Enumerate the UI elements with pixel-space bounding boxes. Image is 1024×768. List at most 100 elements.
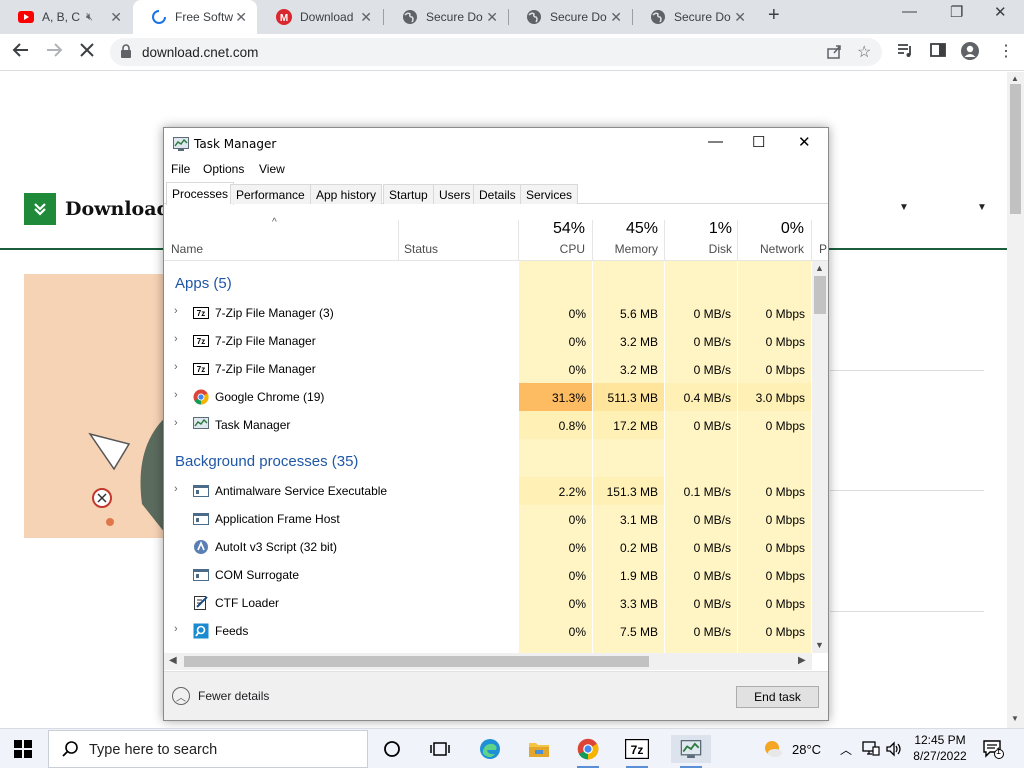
browser-tab-download[interactable]: M Download ✕ bbox=[258, 0, 382, 34]
file-explorer-icon[interactable] bbox=[524, 735, 554, 763]
expand-chevron-icon[interactable]: › bbox=[174, 333, 178, 345]
media-controls-icon[interactable] bbox=[896, 41, 914, 64]
group-apps[interactable]: Apps (5) bbox=[175, 275, 232, 292]
table-row[interactable]: Application Frame Host 0% 3.1 MB 0 MB/s … bbox=[164, 505, 812, 533]
column-network[interactable]: Network bbox=[738, 242, 804, 256]
taskbar-search-box[interactable]: Type here to search bbox=[48, 730, 368, 768]
process-list-scrollbar[interactable]: ▲ ▼ bbox=[812, 261, 828, 653]
back-icon[interactable] bbox=[12, 41, 30, 64]
expand-chevron-icon[interactable]: › bbox=[174, 623, 178, 635]
process-list-scrollbar-thumb[interactable] bbox=[814, 276, 826, 314]
new-tab-icon[interactable]: + bbox=[768, 4, 780, 27]
close-tab-icon[interactable]: ✕ bbox=[110, 9, 122, 26]
windows-start-icon[interactable] bbox=[14, 740, 32, 761]
share-icon[interactable] bbox=[826, 43, 843, 63]
show-hidden-icons-icon[interactable]: ︿ bbox=[840, 729, 852, 768]
table-row[interactable]: › Task Manager 0.8% 17.2 MB 0 MB/s 0 Mbp… bbox=[164, 411, 812, 439]
scroll-right-icon[interactable]: ▶ bbox=[798, 655, 806, 666]
fewer-details-toggle[interactable]: ︿ Fewer details bbox=[172, 687, 269, 705]
scroll-down-icon[interactable]: ▼ bbox=[815, 640, 824, 650]
maximize-icon[interactable]: ☐ bbox=[752, 133, 765, 151]
weather-widget[interactable]: 28°C bbox=[762, 729, 821, 768]
scroll-down-icon[interactable]: ▼ bbox=[1011, 714, 1019, 723]
network-icon[interactable] bbox=[862, 729, 880, 768]
browser-tab-youtube[interactable]: A, B, C 🔇︎ ✕ bbox=[0, 0, 132, 34]
notification-center-icon[interactable]: 1 bbox=[982, 729, 1004, 768]
chevron-up-icon[interactable]: ︿ bbox=[172, 687, 190, 705]
browser-tab-secure-download-1[interactable]: Secure Do ✕ bbox=[384, 0, 508, 34]
task-view-cortana-icon[interactable] bbox=[377, 735, 407, 763]
download-logo-icon[interactable] bbox=[24, 193, 56, 225]
close-tab-icon[interactable]: ✕ bbox=[610, 9, 622, 26]
column-name[interactable]: Name bbox=[171, 242, 203, 256]
table-row[interactable]: › Antimalware Service Executable 2.2% 15… bbox=[164, 477, 812, 505]
expand-chevron-icon[interactable]: › bbox=[174, 305, 178, 317]
scroll-left-icon[interactable]: ◀ bbox=[169, 655, 177, 666]
close-tab-icon[interactable]: ✕ bbox=[486, 9, 498, 26]
column-status[interactable]: Status bbox=[404, 242, 438, 256]
profile-avatar-icon[interactable] bbox=[960, 41, 980, 66]
task-view-icon[interactable] bbox=[425, 735, 455, 763]
close-tab-icon[interactable]: ✕ bbox=[235, 9, 247, 26]
column-cpu[interactable]: CPU bbox=[519, 242, 585, 256]
table-row[interactable]: CTF Loader 0% 3.3 MB 0 MB/s 0 Mbps bbox=[164, 589, 812, 617]
horizontal-scrollbar[interactable]: ◀ ▶ bbox=[164, 653, 812, 670]
close-tab-icon[interactable]: ✕ bbox=[360, 9, 372, 26]
horizontal-scrollbar-thumb[interactable] bbox=[184, 656, 649, 667]
scroll-up-icon[interactable]: ▲ bbox=[1011, 74, 1019, 83]
table-row[interactable]: › Google Chrome (19) 31.3% 511.3 MB 0.4 … bbox=[164, 383, 812, 411]
column-disk[interactable]: Disk bbox=[665, 242, 732, 256]
table-row[interactable]: › 7z 7-Zip File Manager 0% 3.2 MB 0 MB/s… bbox=[164, 327, 812, 355]
site-logo-text[interactable]: Download bbox=[65, 198, 170, 220]
nav-dropdown-icon[interactable]: ▼ bbox=[899, 202, 909, 213]
browser-tab-free-software[interactable]: Free Softw ✕ bbox=[133, 0, 257, 34]
tab-users[interactable]: Users bbox=[433, 184, 477, 204]
minimize-icon[interactable]: — bbox=[708, 133, 723, 150]
close-window-icon[interactable]: ✕ bbox=[994, 3, 1007, 21]
menu-file[interactable]: File bbox=[171, 162, 190, 176]
tab-services[interactable]: Services bbox=[520, 184, 579, 204]
hero-illustration[interactable] bbox=[24, 274, 169, 538]
expand-chevron-icon[interactable]: › bbox=[174, 361, 178, 373]
chrome-menu-icon[interactable]: ⋮ bbox=[998, 41, 1014, 61]
speaker-muted-icon[interactable]: 🔇︎ bbox=[86, 11, 93, 24]
tab-processes[interactable]: Processes bbox=[166, 182, 235, 205]
table-row[interactable]: › 7z 7-Zip File Manager (3) 0% 5.6 MB 0 … bbox=[164, 299, 812, 327]
close-tab-icon[interactable]: ✕ bbox=[734, 9, 746, 26]
table-row[interactable]: › Feeds 0% 7.5 MB 0 MB/s 0 Mbps bbox=[164, 617, 812, 645]
forward-icon[interactable] bbox=[45, 41, 63, 64]
browser-tab-secure-download-3[interactable]: Secure Do ✕ bbox=[632, 0, 756, 34]
side-panel-icon[interactable] bbox=[929, 41, 947, 64]
menu-options[interactable]: Options bbox=[203, 162, 244, 176]
column-power-partial[interactable]: P bbox=[819, 242, 827, 256]
tab-details[interactable]: Details bbox=[473, 184, 522, 204]
table-row[interactable]: COM Surrogate 0% 1.9 MB 0 MB/s 0 Mbps bbox=[164, 561, 812, 589]
7zip-taskbar-icon[interactable]: 7z bbox=[622, 735, 652, 768]
lock-icon[interactable] bbox=[120, 44, 132, 62]
nav-dropdown-icon[interactable]: ▼ bbox=[977, 202, 987, 213]
tab-app-history[interactable]: App history bbox=[310, 184, 383, 204]
task-manager-taskbar-icon[interactable] bbox=[671, 735, 711, 768]
edge-icon[interactable] bbox=[475, 735, 505, 763]
restore-icon[interactable]: ❐ bbox=[950, 3, 963, 21]
close-icon[interactable]: ✕ bbox=[798, 133, 811, 151]
table-row[interactable]: AutoIt v3 Script (32 bit) 0% 0.2 MB 0 MB… bbox=[164, 533, 812, 561]
menu-view[interactable]: View bbox=[259, 162, 285, 176]
column-memory[interactable]: Memory bbox=[593, 242, 658, 256]
expand-chevron-icon[interactable]: › bbox=[174, 389, 178, 401]
expand-chevron-icon[interactable]: › bbox=[174, 483, 178, 495]
address-bar[interactable]: download.cnet.com ☆ bbox=[110, 38, 882, 66]
volume-icon[interactable] bbox=[885, 729, 903, 768]
browser-tab-secure-download-2[interactable]: Secure Do ✕ bbox=[508, 0, 632, 34]
table-row[interactable]: › 7z 7-Zip File Manager 0% 3.2 MB 0 MB/s… bbox=[164, 355, 812, 383]
end-task-button[interactable]: End task bbox=[736, 686, 819, 708]
tab-startup[interactable]: Startup bbox=[383, 184, 434, 204]
stop-loading-icon[interactable] bbox=[78, 41, 96, 64]
page-scrollbar[interactable]: ▲ ▼ bbox=[1007, 72, 1024, 728]
minimize-icon[interactable]: — bbox=[902, 3, 917, 20]
chrome-taskbar-icon[interactable] bbox=[573, 735, 603, 768]
tab-performance[interactable]: Performance bbox=[230, 184, 311, 204]
expand-chevron-icon[interactable]: › bbox=[174, 417, 178, 429]
scroll-up-icon[interactable]: ▲ bbox=[815, 263, 824, 273]
task-manager-titlebar[interactable]: Task Manager — ☐ ✕ bbox=[164, 128, 828, 159]
